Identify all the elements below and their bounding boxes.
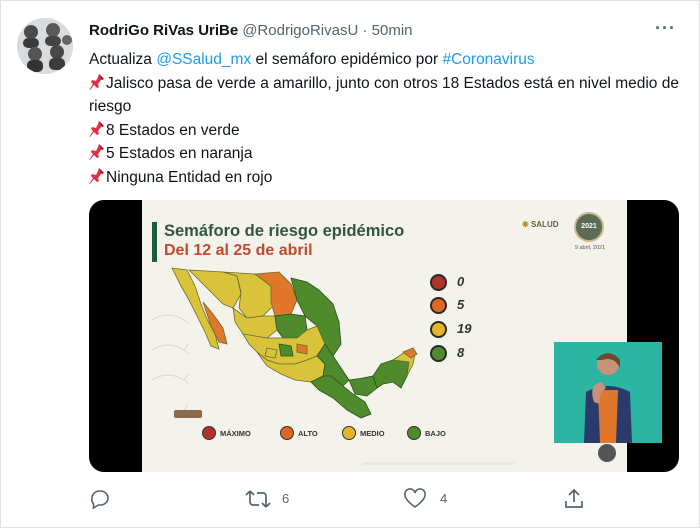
like-button[interactable]: 4: [404, 484, 464, 514]
legend-row: 19: [430, 321, 510, 341]
share-button[interactable]: [563, 484, 585, 514]
retweet-button[interactable]: 6: [245, 484, 305, 514]
tweet-text: Actualiza @SSalud_mx el semáforo epidémi…: [89, 48, 679, 189]
tweet-header: RodriGo RiVas UriBe @RodrigoRivasU · 50mi…: [89, 22, 413, 39]
text-segment: Actualiza: [89, 51, 157, 68]
interpreter-figure: [554, 342, 662, 443]
level-dot: [342, 426, 356, 440]
slide-title: Semáforo de riesgo epidémico: [164, 222, 405, 240]
like-count: 4: [440, 491, 448, 506]
title-accent: [152, 222, 157, 262]
share-icon: [565, 488, 583, 508]
retweet-icon: [245, 490, 271, 508]
tweet-line: 5 Estados en naranja: [106, 145, 253, 162]
video-frame: Semáforo de riesgo epidémico Del 12 al 2…: [142, 200, 662, 472]
salud-logo-text: SALUD: [530, 220, 559, 229]
reply-button[interactable]: [89, 484, 111, 514]
legend-count: 19: [457, 321, 472, 336]
legend-count: 5: [457, 297, 465, 312]
tweet-time[interactable]: 50min: [372, 22, 413, 39]
legend-row: 5: [430, 297, 510, 317]
tweet-line: 8 Estados en verde: [106, 121, 240, 139]
pushpin-icon: [89, 144, 104, 160]
level-label: MÁXIMO: [220, 429, 251, 438]
video-progress-bar[interactable]: [362, 462, 514, 465]
legend-dot: [430, 297, 447, 314]
legend-count: 0: [457, 274, 465, 289]
more-icon[interactable]: ···: [655, 18, 676, 39]
legend-dot: [430, 321, 447, 338]
sign-language-interpreter: [554, 342, 662, 443]
hashtag-link[interactable]: #Coronavirus: [442, 51, 534, 68]
seal-2021: 2021: [574, 212, 604, 242]
channel-logo: [598, 444, 616, 462]
author-handle[interactable]: @RodrigoRivasU: [242, 22, 358, 39]
tweet-line: Ninguna Entidad en rojo: [106, 168, 273, 186]
text-segment: el semáforo epidémico por: [251, 51, 443, 68]
level-dot: [407, 426, 421, 440]
mention-link[interactable]: @SSalud_mx: [156, 51, 251, 68]
tweet-actions: 6 4: [0, 484, 700, 514]
legend-row: 0: [430, 274, 510, 294]
level-dot: [280, 426, 294, 440]
separator: ·: [358, 22, 372, 39]
avatar[interactable]: [17, 18, 73, 74]
author-name[interactable]: RodriGo RiVas UriBe: [89, 22, 238, 39]
pushpin-icon: [89, 167, 104, 184]
reply-icon: [91, 490, 109, 510]
level-label: MEDIO: [360, 429, 385, 438]
legend-dot: [430, 345, 447, 362]
slide-date: 9 abril, 2021: [574, 245, 606, 251]
decorative-pattern: [151, 314, 188, 411]
legend-dot: [430, 274, 447, 291]
level-dot: [202, 426, 216, 440]
salud-logo: ❋ SALUD: [522, 220, 559, 229]
retweet-count: 6: [282, 491, 290, 506]
decorative-figures: [174, 410, 202, 418]
tweet-media-video[interactable]: Semáforo de riesgo epidémico Del 12 al 2…: [89, 200, 679, 472]
level-label: ALTO: [298, 429, 318, 438]
legend-count: 8: [457, 345, 465, 360]
tweet-line: Jalisco pasa de verde a amarillo, junto …: [89, 74, 679, 116]
mexico-map: [171, 267, 418, 419]
like-icon: [404, 488, 426, 508]
level-label: BAJO: [425, 429, 446, 438]
slide-subtitle: Del 12 al 25 de abril: [164, 242, 313, 259]
pushpin-icon: [89, 120, 104, 137]
pushpin-icon: [89, 73, 104, 90]
legend-row: 8: [430, 345, 510, 365]
